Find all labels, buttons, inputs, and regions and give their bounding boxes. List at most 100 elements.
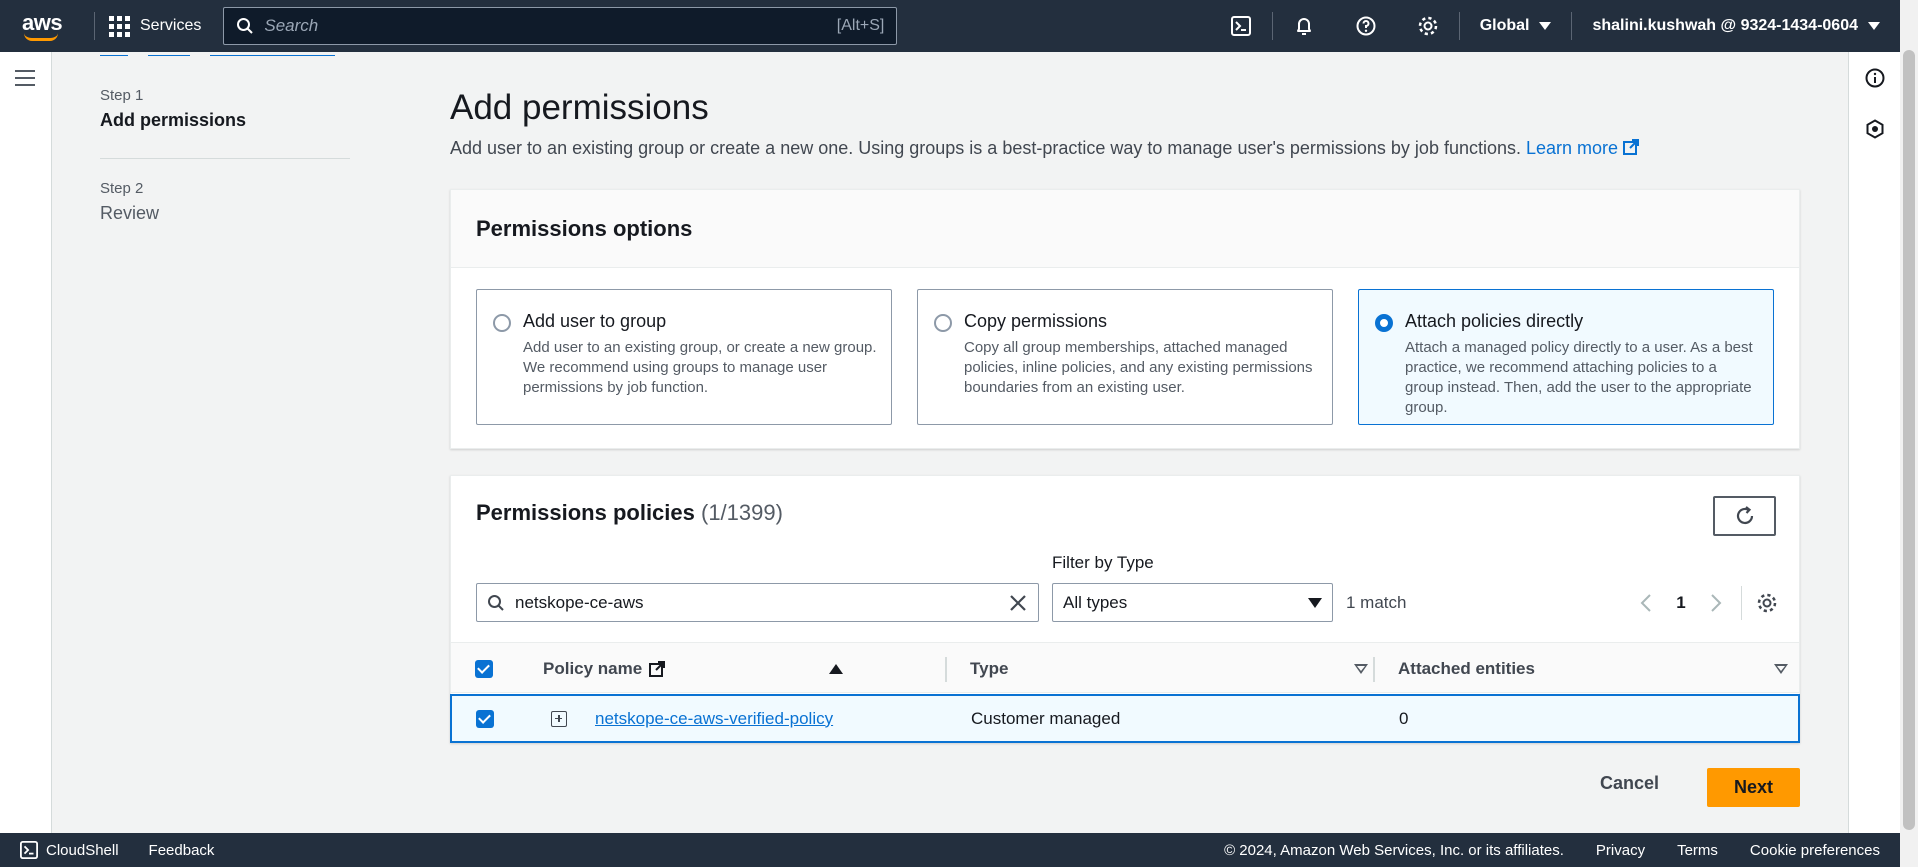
permissions-options-card: Permissions options Add user to group Ad… <box>450 189 1800 449</box>
region-selector[interactable]: Global <box>1460 17 1572 35</box>
cloudshell-button[interactable] <box>1210 0 1272 52</box>
chevron-left-icon <box>1640 594 1651 612</box>
current-page[interactable]: 1 <box>1661 593 1701 613</box>
footer-links: © 2024, Amazon Web Services, Inc. or its… <box>1224 842 1880 859</box>
gear-icon <box>1418 16 1437 36</box>
step-1: Step 1 Add permissions <box>100 87 246 131</box>
grid-icon <box>109 15 130 37</box>
menu-icon[interactable] <box>15 70 35 91</box>
breadcrumb-link[interactable] <box>148 52 190 56</box>
breadcrumb-link[interactable] <box>100 52 128 56</box>
sort-icon[interactable] <box>1774 663 1788 674</box>
tile-body: Attach policies directly Attach a manage… <box>1405 311 1759 424</box>
tile-description: Copy all group memberships, attached man… <box>964 339 1313 396</box>
next-button[interactable]: Next <box>1707 768 1800 807</box>
row-expand-cell <box>551 696 567 741</box>
radio-button[interactable] <box>934 314 952 332</box>
learn-more-link[interactable]: Learn more <box>1526 138 1640 158</box>
tile-title: Copy permissions <box>964 311 1108 331</box>
next-page-button[interactable] <box>1701 593 1731 613</box>
scrollbar-thumb[interactable] <box>1903 50 1915 830</box>
attached-entities-cell: 0 <box>1399 708 1409 728</box>
learn-more-label: Learn more <box>1526 138 1619 158</box>
footer: CloudShell Feedback © 2024, Amazon Web S… <box>0 833 1900 867</box>
cloudshell-label: CloudShell <box>46 841 119 859</box>
account-menu[interactable]: shalini.kushwah @ 9324-1434-0604 <box>1572 17 1900 35</box>
caret-down-icon <box>1868 22 1880 30</box>
cookie-preferences-link[interactable]: Cookie preferences <box>1750 842 1880 859</box>
caret-down-icon <box>1539 22 1552 30</box>
expand-icon[interactable] <box>551 710 567 727</box>
table-preferences-button[interactable] <box>1752 592 1782 614</box>
privacy-link[interactable]: Privacy <box>1596 842 1645 859</box>
tile-body: Copy permissions Copy all group membersh… <box>964 311 1318 424</box>
help-button[interactable] <box>1335 0 1397 52</box>
policy-type-cell: Customer managed <box>971 708 1121 728</box>
search-input[interactable] <box>264 16 837 36</box>
policy-search-input[interactable] <box>515 592 1008 613</box>
refresh-icon <box>1736 506 1753 525</box>
help-icon <box>1356 16 1376 36</box>
row-select-cell <box>476 696 494 741</box>
permissions-policies-card: Permissions policies (1/1399) Filter by … <box>450 475 1800 743</box>
bell-icon <box>1296 18 1311 35</box>
breadcrumb <box>100 52 335 57</box>
tools-rail <box>1848 52 1900 833</box>
radio-button[interactable] <box>493 314 511 332</box>
policy-name-cell: netskope-ce-aws-verified-policy <box>595 696 833 741</box>
caret-down-icon <box>1308 597 1322 608</box>
aws-logo[interactable]: aws <box>20 6 80 46</box>
clear-icon[interactable] <box>1008 593 1028 613</box>
type-select-value: All types <box>1063 592 1128 612</box>
external-link-icon <box>649 660 666 677</box>
row-checkbox[interactable] <box>476 709 494 728</box>
terms-link[interactable]: Terms <box>1677 842 1718 859</box>
cloudshell-footer-button[interactable]: CloudShell <box>20 841 119 859</box>
feedback-link[interactable]: Feedback <box>149 842 215 859</box>
refresh-button[interactable] <box>1713 496 1776 536</box>
breadcrumb-link[interactable] <box>210 52 335 56</box>
previous-page-button[interactable] <box>1631 593 1661 613</box>
type-filter-select[interactable]: All types <box>1052 583 1333 622</box>
chevron-right-icon <box>1711 594 1722 612</box>
tile-attach-policies-directly[interactable]: Attach policies directly Attach a manage… <box>1358 289 1774 425</box>
settings-button[interactable] <box>1397 0 1459 52</box>
option-tiles: Add user to group Add user to an existin… <box>451 268 1799 446</box>
permissions-options-heading: Permissions options <box>476 215 693 241</box>
tile-copy-permissions[interactable]: Copy permissions Copy all group membersh… <box>917 289 1333 425</box>
column-attached-entities[interactable]: Attached entities <box>1398 643 1788 694</box>
column-label-wrap: Policy name <box>543 659 666 679</box>
policy-search-field[interactable] <box>476 583 1039 622</box>
tile-description: Attach a managed policy directly to a us… <box>1405 339 1753 416</box>
policies-heading-text: Permissions policies <box>476 500 695 525</box>
info-icon[interactable] <box>1865 68 1885 88</box>
filter-by-type-label: Filter by Type <box>1052 553 1154 572</box>
security-hex-icon[interactable] <box>1865 119 1885 139</box>
aws-smile-icon <box>24 33 58 41</box>
column-type[interactable]: Type <box>970 643 1368 694</box>
page-title: Add permissions <box>450 88 709 127</box>
account-label: shalini.kushwah @ 9324-1434-0604 <box>1592 17 1858 34</box>
services-menu-button[interactable]: Services <box>109 15 201 37</box>
global-search[interactable]: [Alt+S] <box>223 7 898 45</box>
step-title: Review <box>100 203 160 223</box>
step-2: Step 2 Review <box>100 180 159 224</box>
nav-right-group: Global shalini.kushwah @ 9324-1434-0604 <box>1210 0 1900 52</box>
page-scrollbar[interactable] <box>1900 0 1918 867</box>
column-label: Type <box>970 658 1009 678</box>
sort-icon[interactable] <box>1354 663 1368 674</box>
radio-button-selected[interactable] <box>1375 314 1393 332</box>
tile-add-user-to-group[interactable]: Add user to group Add user to an existin… <box>476 289 892 425</box>
column-policy-name[interactable]: Policy name <box>543 643 843 694</box>
search-icon <box>237 18 254 34</box>
select-all-checkbox[interactable] <box>475 659 493 678</box>
gear-icon <box>1757 593 1777 613</box>
copyright-text: © 2024, Amazon Web Services, Inc. or its… <box>1224 841 1564 859</box>
nav-divider <box>94 12 95 40</box>
cancel-button[interactable]: Cancel <box>1600 773 1659 794</box>
sort-ascending-icon[interactable] <box>829 663 843 674</box>
tile-body: Add user to group Add user to an existin… <box>523 311 877 424</box>
notifications-button[interactable] <box>1273 0 1335 52</box>
policy-name-link[interactable]: netskope-ce-aws-verified-policy <box>595 709 833 729</box>
table-row[interactable]: netskope-ce-aws-verified-policy Customer… <box>450 694 1800 743</box>
